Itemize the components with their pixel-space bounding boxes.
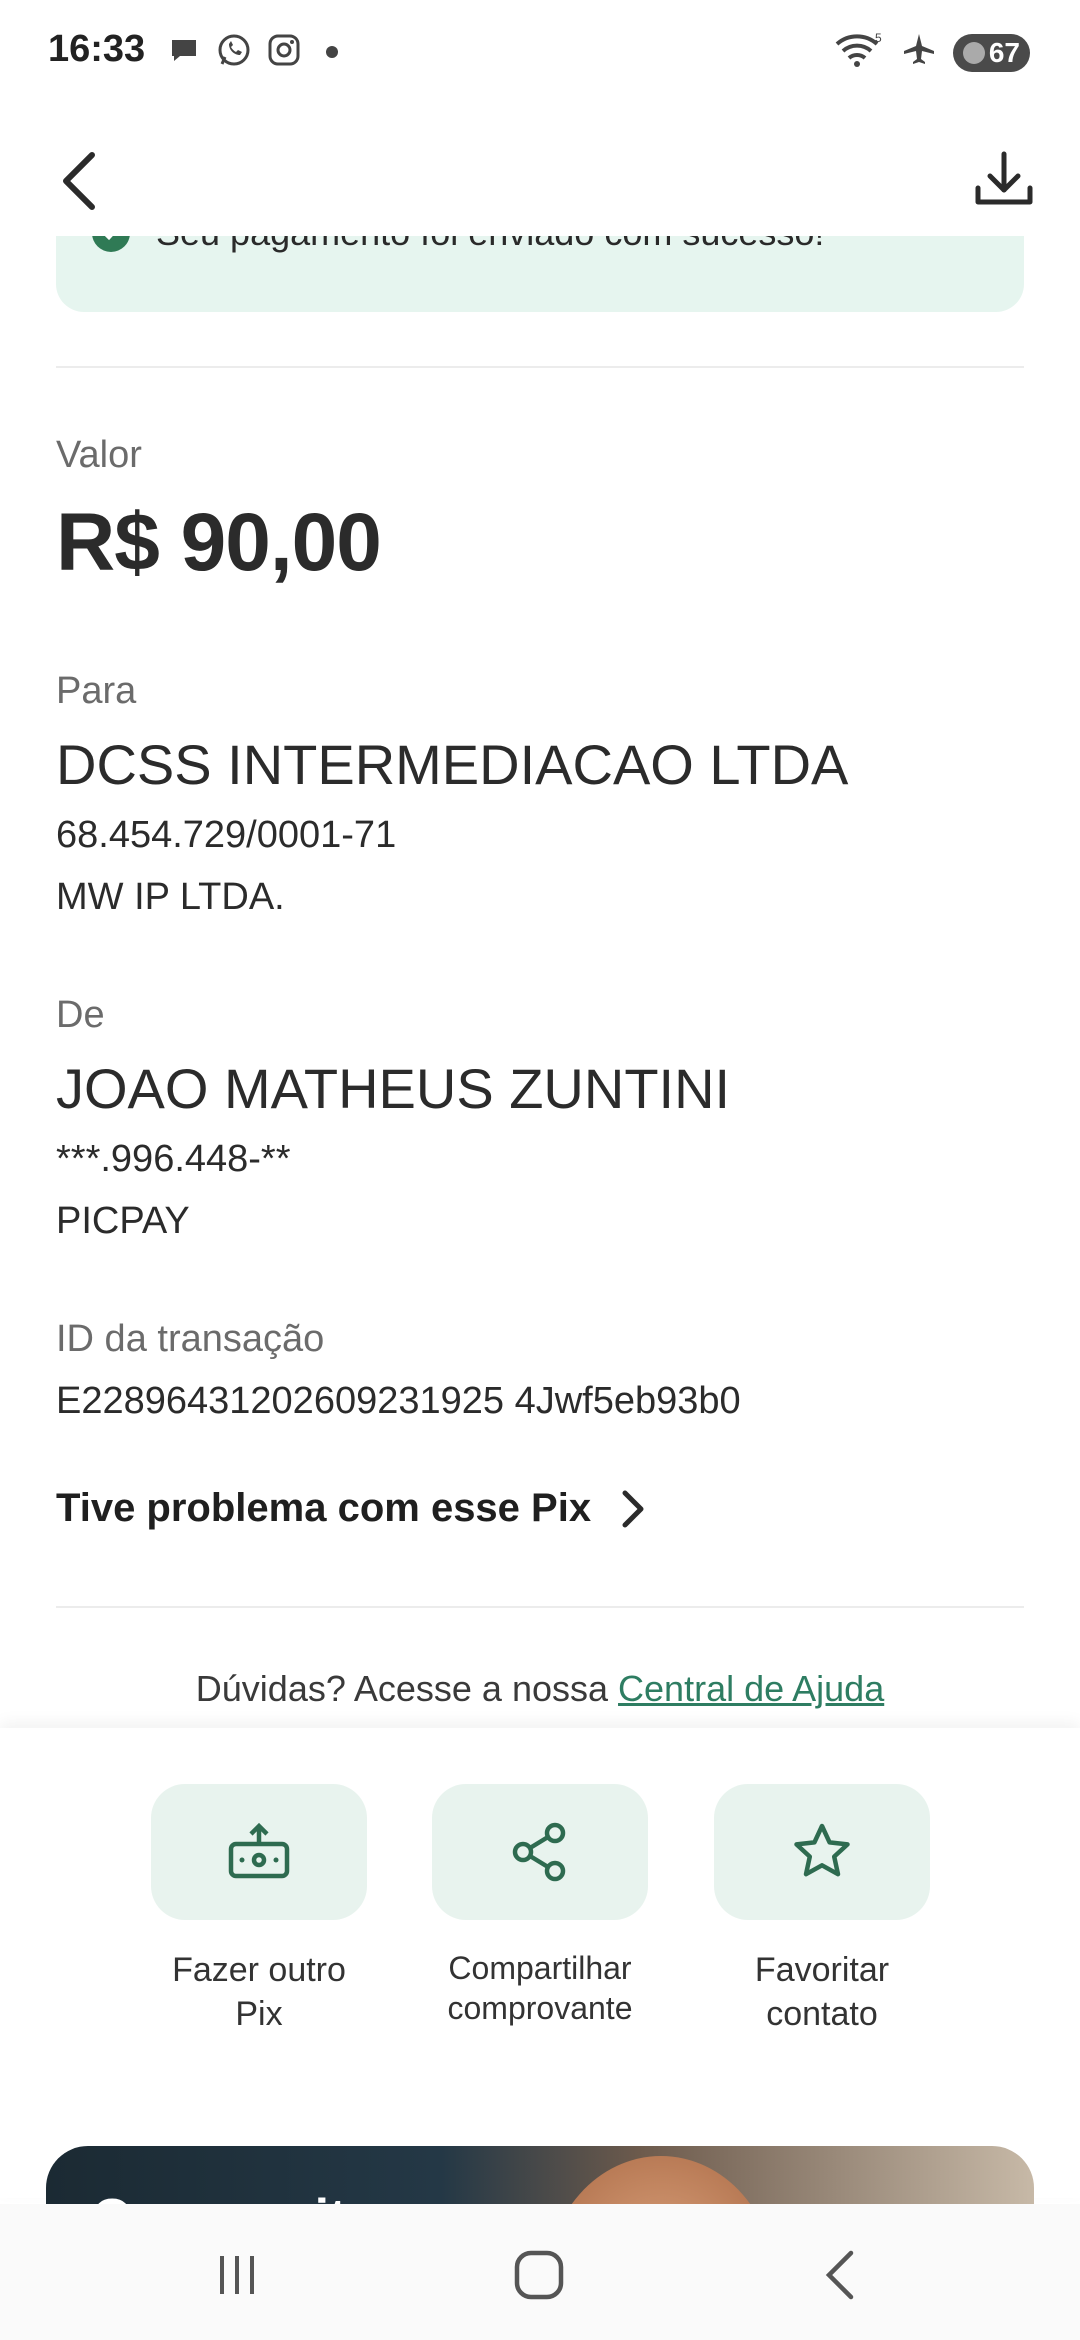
de-institution: PICPAY bbox=[56, 1200, 190, 1242]
help-center-link[interactable]: Central de Ajuda bbox=[618, 1668, 884, 1709]
star-icon bbox=[794, 1823, 850, 1877]
app-header bbox=[0, 106, 1080, 256]
home-button[interactable] bbox=[494, 2230, 584, 2320]
action-share-receipt[interactable]: Compartilhar comprovante bbox=[432, 1784, 648, 2028]
recents-button[interactable] bbox=[192, 2230, 282, 2320]
chevron-left-icon bbox=[63, 152, 95, 210]
problem-link-label: Tive problema com esse Pix bbox=[56, 1486, 592, 1530]
share-icon bbox=[512, 1822, 566, 1882]
status-bar: 16:33 5 67 bbox=[0, 0, 1080, 106]
actions-panel: Fazer outro Pix Compartilhar comprovante… bbox=[0, 1728, 1080, 2198]
help-prefix: Dúvidas? Acesse a nossa bbox=[195, 1668, 619, 1709]
back-button[interactable] bbox=[46, 146, 110, 216]
system-nav-bar bbox=[0, 2204, 1080, 2340]
action-new-pix[interactable]: Fazer outro Pix bbox=[151, 1784, 367, 2036]
success-message: Seu pagamento foi enviado com sucesso! bbox=[156, 236, 824, 254]
help-line: Dúvidas? Acesse a nossa Central de Ajuda bbox=[0, 1668, 1080, 1710]
chat-bubble-icon bbox=[164, 30, 204, 70]
check-circle-icon bbox=[92, 236, 130, 252]
pix-receipt-screen: 16:33 5 67 Valor R$ 90,00 Para DCSS INTE… bbox=[0, 0, 1080, 2340]
de-name: JOAO MATHEUS ZUNTINI bbox=[56, 1057, 731, 1120]
new-pix-button[interactable] bbox=[151, 1784, 367, 1920]
recents-icon bbox=[220, 2256, 254, 2294]
battery-indicator: 67 bbox=[952, 33, 1030, 72]
battery-saver-icon bbox=[962, 41, 985, 64]
nav-back-button[interactable] bbox=[796, 2230, 886, 2320]
favorite-line1: Favoritar bbox=[754, 1951, 890, 1989]
favorite-line2: contato bbox=[766, 1995, 878, 2033]
valor-label: Valor bbox=[56, 434, 142, 476]
success-banner: Seu pagamento foi enviado com sucesso! bbox=[56, 236, 1024, 312]
airplane-icon bbox=[901, 32, 937, 73]
de-label: De bbox=[56, 994, 105, 1036]
battery-level: 67 bbox=[988, 36, 1020, 68]
transaction-id: E22896431202609231925 4Jwf5eb93b0 bbox=[56, 1380, 741, 1422]
transaction-label: ID da transação bbox=[56, 1318, 325, 1360]
divider bbox=[56, 1606, 1024, 1608]
notification-dot-icon bbox=[326, 46, 338, 58]
nav-back-icon bbox=[825, 2250, 854, 2300]
download-icon bbox=[975, 151, 1033, 205]
para-label: Para bbox=[56, 670, 137, 712]
de-document: ***.996.448-** bbox=[56, 1138, 291, 1180]
new-pix-line1: Fazer outro bbox=[172, 1951, 346, 1989]
system-status-icons: 5 67 bbox=[833, 30, 1030, 75]
chevron-right-icon bbox=[622, 1490, 644, 1527]
valor-amount: R$ 90,00 bbox=[56, 497, 382, 588]
instagram-icon bbox=[264, 30, 304, 70]
download-button[interactable] bbox=[968, 142, 1040, 218]
notification-icons bbox=[164, 30, 338, 70]
divider bbox=[56, 366, 1024, 368]
new-pix-line2: Pix bbox=[235, 1995, 283, 2033]
problem-with-pix-link[interactable]: Tive problema com esse Pix bbox=[56, 1486, 647, 1531]
share-line2: comprovante bbox=[447, 1990, 633, 2026]
svg-text:5: 5 bbox=[875, 31, 882, 45]
home-icon bbox=[514, 2250, 564, 2300]
share-line1: Compartilhar bbox=[448, 1950, 632, 1986]
action-favorite-contact[interactable]: Favoritar contato bbox=[714, 1784, 930, 2036]
para-name: DCSS INTERMEDIACAO LTDA bbox=[56, 733, 849, 796]
para-document: 68.454.729/0001-71 bbox=[56, 814, 397, 856]
para-institution: MW IP LTDA. bbox=[56, 876, 285, 918]
wifi-icon: 5 bbox=[833, 30, 885, 75]
whatsapp-icon bbox=[214, 30, 254, 70]
status-time: 16:33 bbox=[48, 28, 146, 70]
share-receipt-button[interactable] bbox=[432, 1784, 648, 1920]
send-money-icon bbox=[228, 1822, 290, 1879]
favorite-contact-button[interactable] bbox=[714, 1784, 930, 1920]
